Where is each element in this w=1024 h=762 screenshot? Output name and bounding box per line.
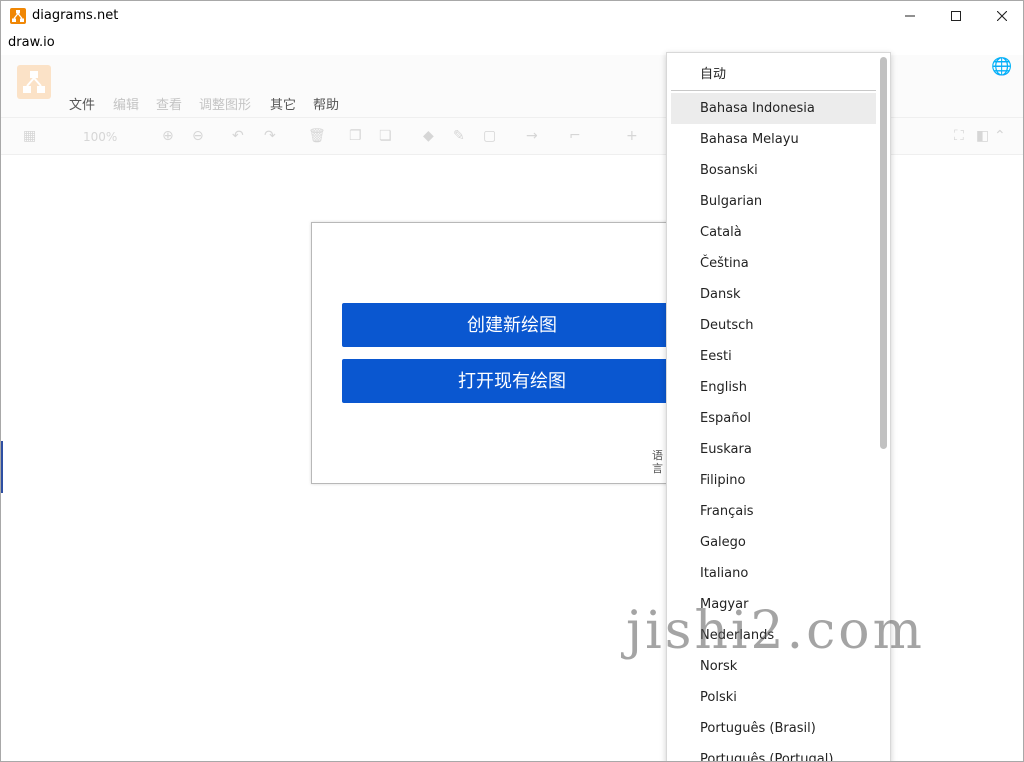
language-item[interactable]: Polski [671, 682, 876, 713]
watermark-text: jishi2.com [626, 601, 925, 661]
format-panel-icon[interactable]: ▦ [23, 128, 36, 144]
menu-edit[interactable]: 编辑 [113, 94, 139, 113]
zoom-level[interactable]: 100% [83, 130, 117, 144]
scrollbar-thumb[interactable] [880, 57, 887, 449]
shadow-icon[interactable]: ▢ [483, 128, 496, 144]
collapse-icon[interactable]: ⌃ [994, 128, 1006, 144]
line-color-icon[interactable]: ✎ [453, 128, 465, 144]
redo-icon[interactable]: ↷ [264, 128, 276, 144]
language-item[interactable]: Bahasa Melayu [671, 124, 876, 155]
language-item[interactable]: Eesti [671, 341, 876, 372]
menu-extras[interactable]: 其它 [270, 94, 296, 113]
language-item[interactable]: Português (Brasil) [671, 713, 876, 744]
language-item[interactable]: Bahasa Indonesia [671, 93, 876, 124]
dropdown-separator [671, 90, 876, 91]
menu-arrange[interactable]: 调整图形 [199, 94, 251, 113]
language-item[interactable]: English [671, 372, 876, 403]
language-item[interactable]: Italiano [671, 558, 876, 589]
open-existing-diagram-button[interactable]: 打开现有绘图 [342, 359, 682, 403]
insert-icon[interactable]: + [626, 128, 638, 144]
language-item[interactable]: Català [671, 217, 876, 248]
language-item[interactable]: Galego [671, 527, 876, 558]
fullscreen-icon[interactable]: ⛶ [954, 128, 964, 144]
language-list: Bahasa Indonesia Bahasa Melayu Bosanski Bul… [671, 93, 876, 761]
language-item[interactable]: Dansk [671, 279, 876, 310]
language-item[interactable]: Filipino [671, 465, 876, 496]
language-item[interactable]: Français [671, 496, 876, 527]
fill-color-icon[interactable]: ◆ [423, 128, 434, 144]
create-new-diagram-button[interactable]: 创建新绘图 [342, 303, 682, 347]
zoom-in-icon[interactable]: ⊕ [162, 128, 174, 144]
app-window: diagrams.net draw.io 文件 编辑 查看 调整图形 其它 帮助… [0, 0, 1024, 762]
maximize-button[interactable] [933, 1, 979, 31]
to-front-icon[interactable]: ❐ [349, 128, 362, 144]
language-item[interactable]: Čeština [671, 248, 876, 279]
language-item[interactable]: Português (Portugal) [671, 744, 876, 761]
title-bar: diagrams.net [1, 1, 1023, 31]
splash-dialog: 创建新绘图 打开现有绘图 语言 [311, 222, 691, 484]
minimize-button[interactable] [887, 1, 933, 31]
language-item[interactable]: Euskara [671, 434, 876, 465]
globe-icon[interactable]: 🌐 [991, 57, 1012, 77]
connection-icon[interactable]: → [526, 128, 538, 144]
language-item[interactable]: Deutsch [671, 310, 876, 341]
language-auto-item[interactable]: 自动 [700, 63, 726, 82]
electron-menu-drawio[interactable]: draw.io [8, 35, 55, 50]
menu-file[interactable]: 文件 [69, 94, 95, 113]
to-back-icon[interactable]: ❏ [379, 128, 392, 144]
undo-icon[interactable]: ↶ [232, 128, 244, 144]
left-edge-strip [1, 441, 3, 493]
close-button[interactable] [979, 1, 1023, 31]
menu-help[interactable]: 帮助 [313, 94, 339, 113]
language-item[interactable]: Bosanski [671, 155, 876, 186]
delete-icon[interactable]: 🗑 [308, 128, 326, 144]
format-toggle-icon[interactable]: ◧ [976, 128, 989, 144]
language-item[interactable]: Español [671, 403, 876, 434]
menu-view[interactable]: 查看 [156, 94, 182, 113]
waypoints-icon[interactable]: ⌐ [569, 128, 581, 144]
app-logo-icon [17, 65, 51, 99]
window-title: diagrams.net [32, 8, 119, 23]
zoom-out-icon[interactable]: ⊖ [192, 128, 204, 144]
language-item[interactable]: Bulgarian [671, 186, 876, 217]
diagrams-logo-icon [10, 8, 26, 24]
language-link[interactable]: 语言 [652, 449, 666, 475]
